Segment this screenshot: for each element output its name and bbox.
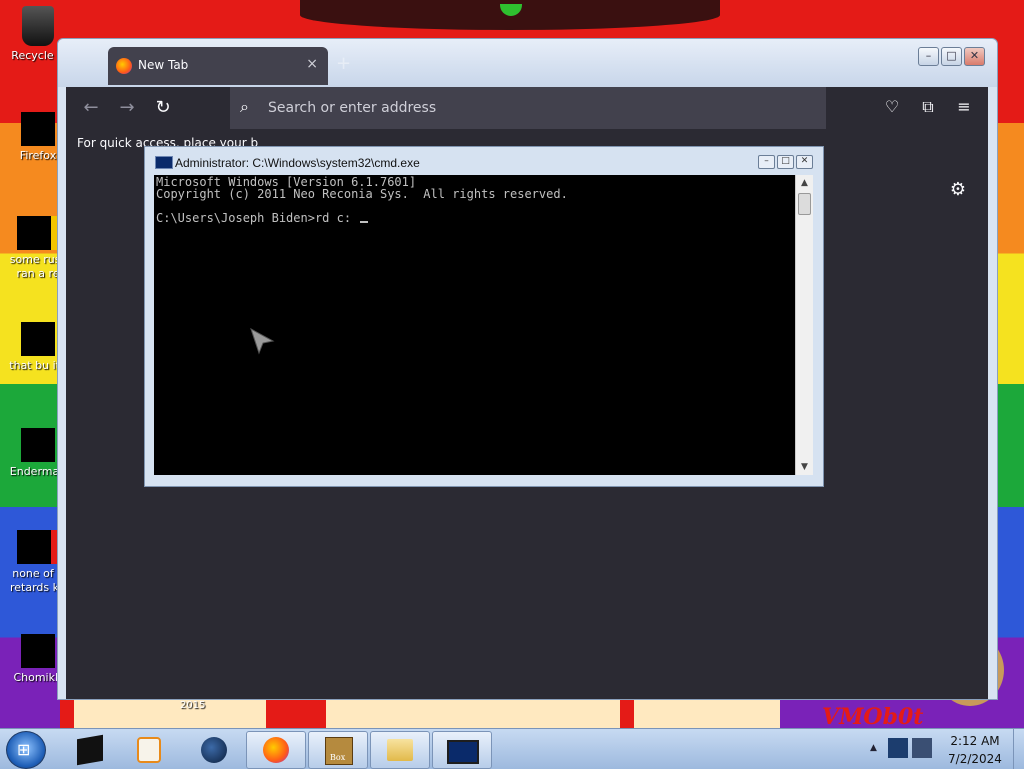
cmd-window: Administrator: C:\Windows\system32\cmd.e… (144, 146, 824, 487)
tray-expand-arrow-icon[interactable]: ▲ (870, 743, 877, 753)
new-tab-button[interactable]: + (336, 53, 351, 74)
mouse-pointer-icon (250, 327, 275, 355)
taskbar: ⊞ Box ▲ 2:12 AM 7/2/2024 (0, 728, 1024, 769)
tab-new-tab[interactable]: New Tab × (108, 47, 328, 85)
firefox-favicon-icon (116, 58, 132, 74)
console-line: Copyright (c) 2011 Neo Reconia Sys. All … (156, 187, 568, 201)
tab-close-icon[interactable]: × (306, 56, 318, 72)
taskbar-item-globe[interactable] (184, 731, 244, 769)
extensions-icon[interactable]: ⧉ (916, 97, 940, 117)
tab-label: New Tab (138, 58, 189, 72)
wallpaper-top-shape (300, 0, 720, 30)
address-input[interactable] (266, 96, 810, 120)
globe-icon (201, 737, 227, 763)
console-prompt-line: C:\Users\Joseph Biden>rd c: (156, 211, 369, 225)
taskbar-item-cmd[interactable] (432, 731, 492, 769)
cmd-maximize-button[interactable]: □ (777, 155, 794, 169)
browser-toolbar: ← → ↻ ⌕ ♡ ⧉ ≡ (66, 87, 988, 129)
document-icon (17, 216, 59, 250)
console-output[interactable]: Microsoft Windows [Version 6.1.7601] Cop… (154, 175, 795, 475)
cmd-close-button[interactable]: ✕ (796, 155, 813, 169)
network-icon[interactable] (888, 738, 908, 758)
firefox-icon (21, 112, 55, 146)
scroll-up-arrow-icon[interactable]: ▲ (796, 175, 813, 191)
search-icon: ⌕ (240, 97, 249, 116)
volume-icon[interactable] (912, 738, 932, 758)
pocket-icon[interactable]: ♡ (880, 97, 904, 116)
cmd-titlebar[interactable]: Administrator: C:\Windows\system32\cmd.e… (145, 147, 823, 175)
console-prompt-text: C:\Users\Joseph Biden>rd c: (156, 211, 359, 225)
show-desktop-button[interactable] (1013, 729, 1024, 769)
media-player-icon (137, 737, 161, 763)
windows-logo-icon: ⊞ (17, 740, 31, 759)
reload-icon[interactable]: ↻ (150, 95, 176, 121)
enderman-icon (21, 428, 55, 462)
wallpaper-bottom-art: 2015 (60, 700, 780, 728)
maximize-button[interactable]: □ (941, 47, 962, 66)
scroll-down-arrow-icon[interactable]: ▼ (796, 459, 813, 475)
document-icon (17, 530, 59, 564)
url-bar[interactable]: ⌕ (230, 87, 826, 129)
wallpaper-small-text: 2015 (180, 700, 206, 711)
cmd-icon (447, 740, 479, 764)
cmd-window-controls: – □ ✕ (758, 155, 813, 169)
taskbar-item-firefox[interactable] (246, 731, 306, 769)
firefox-icon (263, 737, 289, 763)
cmd-minimize-button[interactable]: – (758, 155, 775, 169)
chomikbox-icon (21, 634, 55, 668)
black-box-icon (77, 734, 103, 766)
folder-icon (387, 739, 413, 761)
wallpaper-green-shape (500, 4, 522, 16)
wallpaper-logo-text: VMOb0t (822, 704, 924, 730)
cmd-title-text: Administrator: C:\Windows\system32\cmd.e… (175, 156, 420, 170)
taskbar-item-explorer[interactable] (370, 731, 430, 769)
recycle-bin-icon (22, 6, 54, 46)
cmd-icon (155, 156, 173, 169)
clock[interactable]: 2:12 AM 7/2/2024 (940, 729, 1010, 769)
start-button[interactable]: ⊞ (6, 731, 46, 769)
browser-window-controls: – □ ✕ (918, 47, 985, 66)
browser-titlebar[interactable]: New Tab × + – □ ✕ (58, 39, 997, 87)
cmd-scrollbar[interactable]: ▲ ▼ (795, 175, 813, 475)
forward-arrow-icon[interactable]: → (114, 95, 140, 121)
menu-icon[interactable]: ≡ (952, 97, 976, 116)
taskbar-item-media-player[interactable] (120, 731, 180, 769)
gear-icon[interactable]: ⚙ (950, 179, 966, 200)
minimize-button[interactable]: – (918, 47, 939, 66)
scroll-thumb[interactable] (798, 193, 811, 215)
system-tray: ▲ (866, 731, 938, 767)
clock-time: 2:12 AM (950, 734, 1000, 748)
taskbar-item-black-box[interactable] (60, 731, 120, 769)
document-icon (21, 322, 55, 356)
clock-date: 7/2/2024 (948, 752, 1002, 766)
text-cursor (360, 221, 369, 223)
chomikbox-icon: Box (325, 737, 353, 765)
taskbar-item-chomikbox[interactable]: Box (308, 731, 368, 769)
back-arrow-icon[interactable]: ← (78, 95, 104, 121)
close-button[interactable]: ✕ (964, 47, 985, 66)
